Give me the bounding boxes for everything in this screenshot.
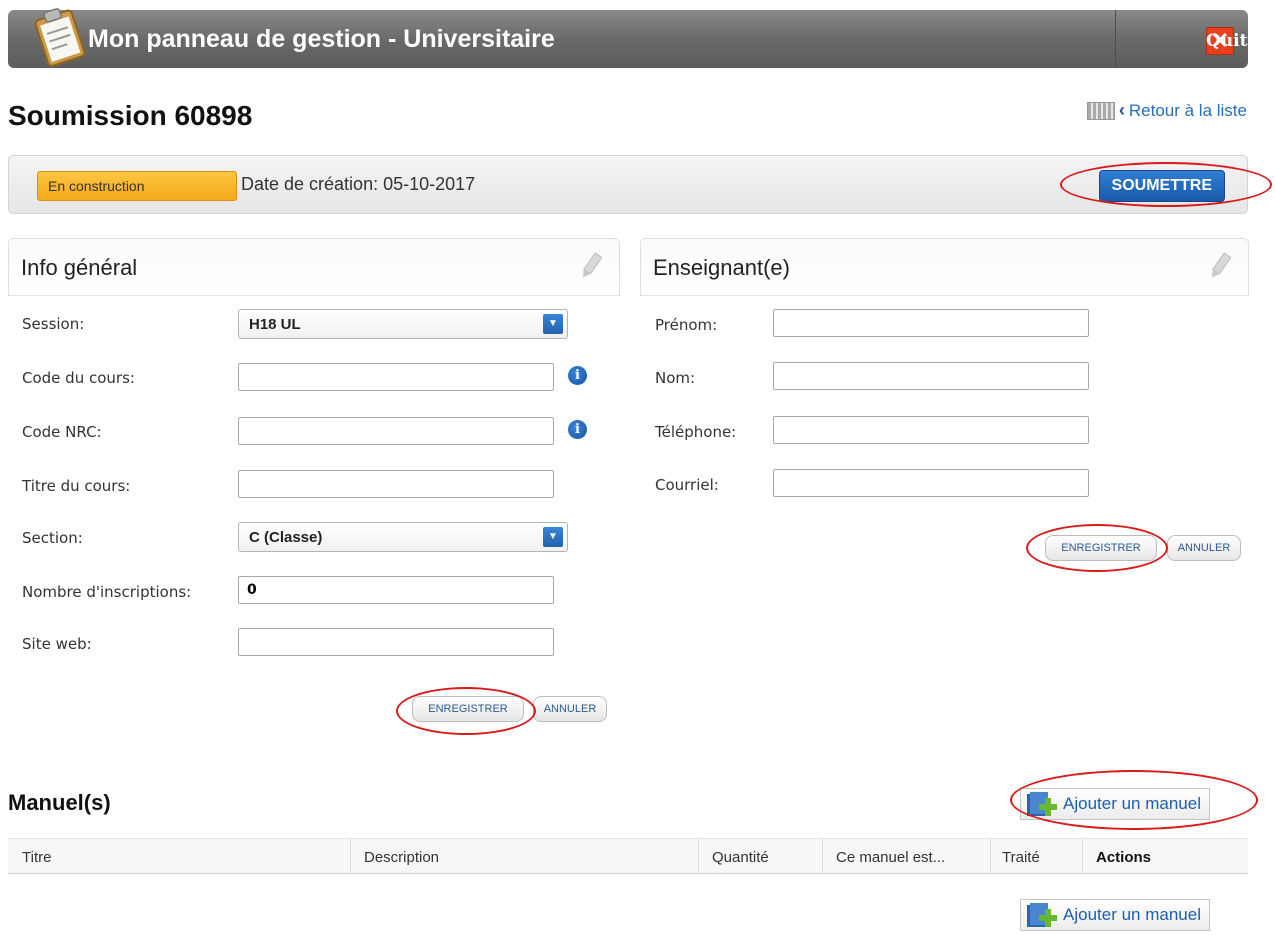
column-header-actions: Actions — [1096, 849, 1152, 866]
app-header: Mon panneau de gestion - Universitaire Q… — [8, 8, 1275, 68]
column-divider — [698, 839, 699, 875]
website-label: Site web: — [22, 635, 92, 653]
submit-button[interactable]: SOUMETTRE — [1098, 170, 1225, 202]
header-divider — [1115, 10, 1116, 68]
info-panel-header: Info général — [8, 238, 620, 296]
column-header-description: Description — [364, 849, 440, 866]
info-icon[interactable]: i — [568, 420, 587, 439]
pencil-icon[interactable] — [1208, 251, 1232, 286]
clipboard-icon — [34, 0, 86, 75]
pencil-icon[interactable] — [579, 251, 603, 286]
info-panel-divider — [9, 295, 619, 296]
column-divider — [350, 839, 351, 875]
teacher-panel-title: Enseignant(e) — [653, 255, 790, 280]
email-input[interactable] — [773, 469, 1089, 497]
info-cancel-button[interactable]: ANNULER — [533, 696, 607, 722]
lastname-label: Nom: — [655, 369, 696, 387]
course-title-label: Titre du cours: — [22, 477, 131, 495]
manuals-heading: Manuel(s) — [8, 790, 111, 815]
column-header-title: Titre — [22, 849, 52, 866]
status-bar: En construction Date de création: 05-10-… — [8, 155, 1248, 214]
column-divider — [1082, 839, 1083, 875]
nrc-input[interactable] — [238, 417, 554, 445]
session-select[interactable]: H18 UL ▼ — [238, 309, 568, 339]
course-title-input[interactable] — [238, 470, 554, 498]
section-value: C (Classe) — [249, 529, 323, 546]
nrc-label: Code NRC: — [22, 423, 102, 441]
info-save-button[interactable]: ENREGISTRER — [412, 696, 524, 722]
add-book-icon — [1027, 903, 1057, 927]
enrolments-label: Nombre d'inscriptions: — [22, 583, 192, 601]
teacher-panel-header: Enseignant(e) — [640, 238, 1249, 296]
phone-input[interactable] — [773, 416, 1089, 444]
course-code-label: Code du cours: — [22, 369, 135, 387]
firstname-label: Prénom: — [655, 316, 718, 334]
quit-button[interactable]: Quitter ✕ — [1206, 27, 1275, 55]
column-header-quantity: Quantité — [712, 849, 769, 866]
add-book-icon — [1027, 792, 1057, 816]
session-value: H18 UL — [249, 316, 301, 333]
session-label: Session: — [22, 315, 85, 333]
status-badge: En construction — [37, 171, 237, 201]
info-panel-title: Info général — [21, 255, 138, 280]
back-to-list-link[interactable]: ‹ Retour à la liste — [1086, 100, 1247, 121]
chevron-left-icon: ‹ — [1118, 100, 1125, 120]
section-select[interactable]: C (Classe) ▼ — [238, 522, 568, 552]
app-title: Mon panneau de gestion - Universitaire — [88, 25, 555, 53]
manuals-table-header: Titre Description Quantité Ce manuel est… — [8, 838, 1248, 875]
lastname-input[interactable] — [773, 362, 1089, 390]
chevron-down-icon[interactable]: ▼ — [543, 527, 563, 547]
info-icon[interactable]: i — [568, 366, 587, 385]
quit-label: Quitter — [1206, 31, 1275, 51]
course-code-input[interactable] — [238, 363, 554, 391]
back-to-list-label[interactable]: Retour à la liste — [1129, 101, 1247, 121]
add-manual-label: Ajouter un manuel — [1063, 794, 1201, 813]
teacher-save-button[interactable]: ENREGISTRER — [1045, 535, 1157, 561]
add-manual-label: Ajouter un manuel — [1063, 905, 1201, 924]
email-label: Courriel: — [655, 476, 719, 494]
column-divider — [990, 839, 991, 875]
page-title: Soumission 60898 — [8, 100, 253, 131]
creation-date: Date de création: 05-10-2017 — [241, 174, 476, 194]
add-manual-button-bottom[interactable]: Ajouter un manuel — [1020, 899, 1210, 931]
teacher-cancel-button[interactable]: ANNULER — [1167, 535, 1241, 561]
enrolments-input[interactable] — [238, 576, 554, 604]
column-divider — [822, 839, 823, 875]
list-icon — [1086, 101, 1115, 120]
firstname-input[interactable] — [773, 309, 1089, 337]
phone-label: Téléphone: — [655, 423, 737, 441]
teacher-panel-divider — [641, 295, 1248, 296]
column-header-manual-status: Ce manuel est... — [836, 849, 946, 866]
add-manual-button[interactable]: Ajouter un manuel — [1020, 788, 1210, 820]
website-input[interactable] — [238, 628, 554, 656]
column-header-processed: Traité — [1002, 849, 1040, 866]
chevron-down-icon[interactable]: ▼ — [543, 314, 563, 334]
section-label: Section: — [22, 529, 83, 547]
